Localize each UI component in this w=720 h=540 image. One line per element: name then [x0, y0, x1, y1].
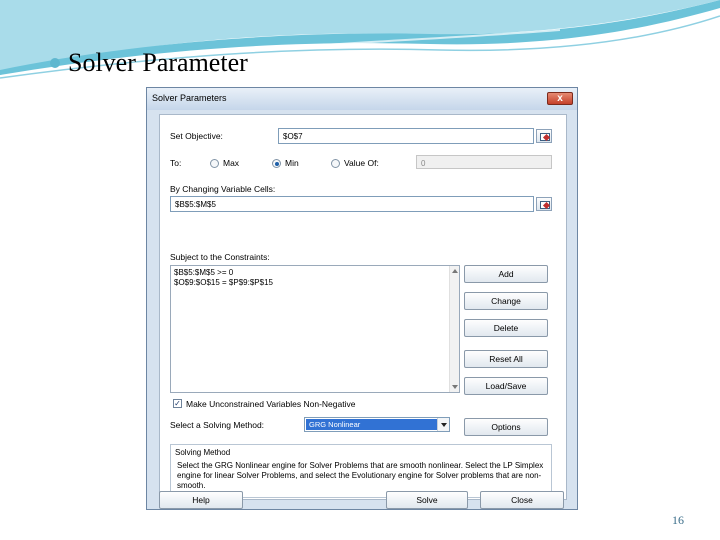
- nonnegative-label: Make Unconstrained Variables Non-Negativ…: [186, 399, 356, 409]
- solving-method-group-title: Solving Method: [175, 448, 231, 457]
- changing-cells-ref-button[interactable]: [536, 197, 552, 211]
- reset-all-button[interactable]: Reset All: [464, 350, 548, 368]
- scroll-down-icon[interactable]: [452, 385, 458, 389]
- constraints-label: Subject to the Constraints:: [170, 252, 270, 262]
- set-objective-input[interactable]: $O$7: [278, 128, 534, 144]
- change-button[interactable]: Change: [464, 292, 548, 310]
- solving-method-value: GRG Nonlinear: [306, 419, 437, 430]
- solving-method-select[interactable]: GRG Nonlinear: [304, 417, 450, 432]
- scroll-up-icon[interactable]: [452, 269, 458, 273]
- method-label: Select a Solving Method:: [170, 420, 265, 430]
- close-window-button[interactable]: x: [547, 92, 573, 105]
- min-radio-label: Min: [285, 158, 299, 168]
- solve-button[interactable]: Solve: [386, 491, 468, 509]
- constraint-item[interactable]: $B$5:$M$5 >= 0: [174, 268, 233, 277]
- set-objective-ref-button[interactable]: [536, 129, 552, 143]
- to-label: To:: [170, 158, 182, 168]
- dialog-panel: Set Objective: $O$7 To: Max Min Value Of…: [159, 114, 567, 500]
- changing-cells-label: By Changing Variable Cells:: [170, 184, 276, 194]
- slide-title-text: Solver Parameter: [68, 48, 248, 77]
- constraints-list[interactable]: $B$5:$M$5 >= 0 $O$9:$O$15 = $P$9:$P$15: [170, 265, 460, 393]
- solving-method-group: Solving Method Select the GRG Nonlinear …: [170, 444, 552, 498]
- slide-title: Solver Parameter: [50, 48, 248, 78]
- max-radio-label: Max: [223, 158, 240, 168]
- options-button[interactable]: Options: [464, 418, 548, 436]
- value-of-radio[interactable]: [331, 159, 340, 168]
- delete-button[interactable]: Delete: [464, 319, 548, 337]
- bullet-icon: [50, 58, 60, 68]
- solving-method-description: Select the GRG Nonlinear engine for Solv…: [177, 461, 544, 490]
- max-radio[interactable]: [210, 159, 219, 168]
- close-icon: x: [557, 93, 563, 104]
- changing-cells-input[interactable]: $B$5:$M$5: [170, 196, 534, 212]
- help-button[interactable]: Help: [159, 491, 243, 509]
- dialog-titlebar[interactable]: Solver Parameters x: [147, 88, 577, 110]
- dialog-title: Solver Parameters: [152, 93, 227, 103]
- value-of-input[interactable]: 0: [416, 155, 552, 169]
- constraint-item[interactable]: $O$9:$O$15 = $P$9:$P$15: [174, 278, 273, 287]
- solver-parameters-dialog: Solver Parameters x Set Objective: $O$7 …: [146, 87, 578, 510]
- check-icon: ✓: [174, 399, 181, 408]
- close-button[interactable]: Close: [480, 491, 564, 509]
- value-of-radio-label: Value Of:: [344, 158, 379, 168]
- set-objective-label: Set Objective:: [170, 131, 223, 141]
- constraints-scrollbar[interactable]: [449, 266, 459, 392]
- min-radio[interactable]: [272, 159, 281, 168]
- page-number: 16: [672, 513, 684, 527]
- chevron-down-icon[interactable]: [437, 418, 449, 431]
- nonnegative-checkbox[interactable]: ✓: [173, 399, 182, 408]
- add-button[interactable]: Add: [464, 265, 548, 283]
- load-save-button[interactable]: Load/Save: [464, 377, 548, 395]
